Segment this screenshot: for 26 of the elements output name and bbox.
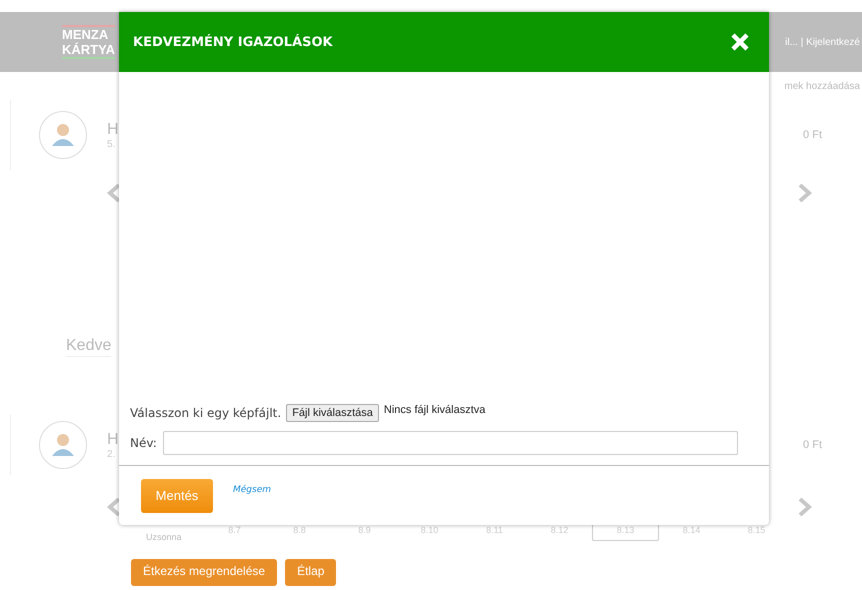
child-name: H (107, 430, 119, 448)
balance: 0 Ft (803, 439, 822, 451)
logo[interactable]: MENZA KÁRTYA (62, 25, 115, 59)
name-field[interactable] (162, 431, 738, 455)
page-button[interactable]: Étlap (285, 559, 336, 586)
file-label: Válasszon ki egy képfájlt. (130, 406, 282, 420)
name-label: Név: (130, 436, 157, 450)
chevron-right-icon[interactable] (798, 184, 812, 202)
modal-title: KEDVEZMÉNY IGAZOLÁSOK (133, 34, 333, 50)
chevron-left-icon[interactable] (107, 498, 121, 516)
child-name: H (107, 120, 119, 138)
file-choose-button[interactable]: Fájl kiválasztása (286, 404, 379, 422)
balance: 0 Ft (803, 129, 822, 141)
file-status: Nincs fájl kiválasztva (384, 404, 486, 416)
avatar-icon (39, 421, 87, 469)
add-child-link[interactable]: mek hozzáadása (784, 80, 860, 92)
meal-label: Uzsonna (146, 531, 183, 542)
page-button[interactable]: Étkezés megrendelése (131, 559, 278, 586)
save-button[interactable]: Mentés (141, 478, 213, 512)
close-icon[interactable] (730, 32, 750, 52)
chevron-left-icon[interactable] (107, 184, 121, 202)
chevron-right-icon[interactable] (798, 498, 812, 516)
section-title: Kedve (66, 337, 112, 357)
avatar-icon (39, 111, 87, 159)
cancel-link[interactable]: Mégsem (233, 484, 272, 494)
header-links[interactable]: il... | Kijelentkezé (785, 36, 860, 48)
